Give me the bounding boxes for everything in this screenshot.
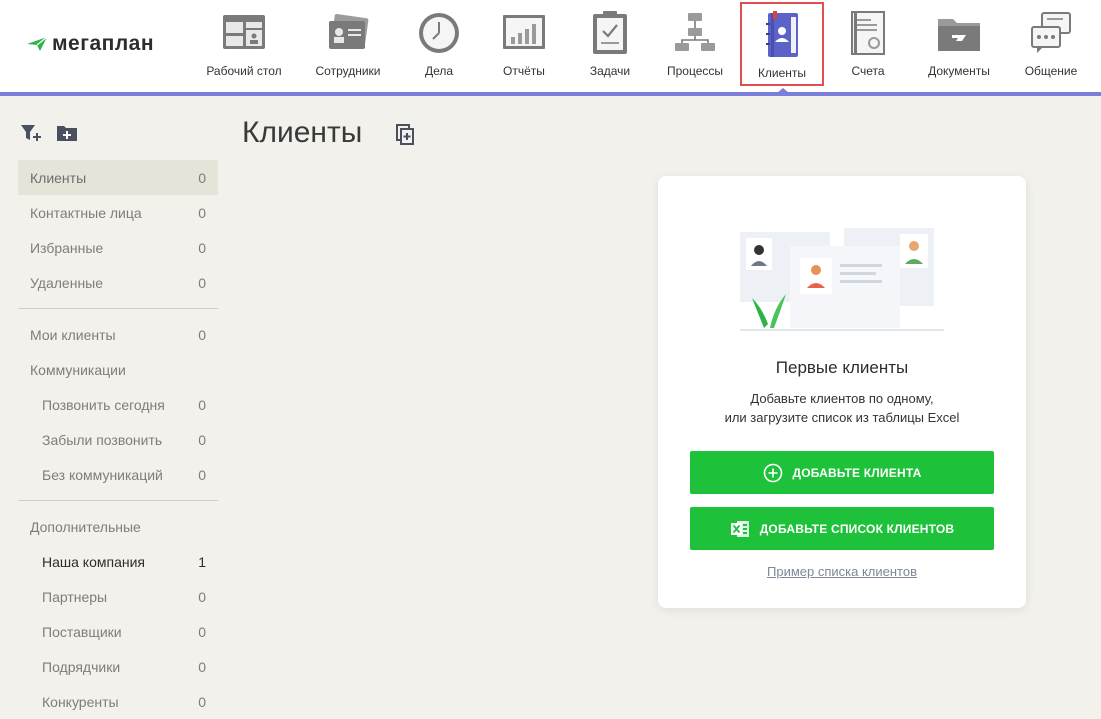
sidebar-item-label: Без коммуникаций [42,466,163,483]
nav-item-chat[interactable]: Общение [1018,0,1084,88]
nav-item-desktop[interactable]: Рабочий стол [200,0,288,88]
nav-label: Процессы [666,64,723,78]
sidebar-tools [20,122,78,144]
copy-add-icon[interactable] [394,123,418,147]
nav-label: Клиенты [757,66,807,80]
sidebar-item-label: Клиенты [30,169,87,186]
sidebar-item-suppliers[interactable]: Поставщики 0 [18,614,218,649]
empty-state-desc-line: Добавьте клиентов по одному, [750,391,934,406]
sidebar-item-count: 0 [198,239,206,256]
sidebar-item-label: Конкуренты [42,693,119,710]
add-client-button[interactable]: ДОБАВЬТЕ КЛИЕНТА [690,451,994,494]
nav-label: Дела [424,64,454,78]
sidebar-item-count: 0 [198,326,206,343]
plus-circle-icon [763,463,782,482]
nav-label: Сотрудники [315,64,381,78]
nav-label: Задачи [589,64,631,78]
sidebar-item-count: 0 [198,588,206,605]
sidebar-item-partners[interactable]: Партнеры 0 [18,579,218,614]
sidebar-item-forgot-to-call[interactable]: Забыли позвонить 0 [18,422,218,457]
sidebar-item-our-company[interactable]: Наша компания 1 [18,544,218,579]
sidebar-item-count: 0 [198,204,206,221]
sidebar-item-label: Наша компания [42,553,145,570]
nav-item-invoices[interactable]: Счета [838,0,898,88]
sidebar-item-label: Удаленные [30,274,104,291]
sidebar-item-count: 0 [198,693,206,710]
reports-icon [499,8,549,58]
sidebar-item-contacts[interactable]: Контактные лица 0 [18,195,218,230]
sidebar-item-label: Мои клиенты [30,326,116,343]
example-list-link[interactable]: Пример списка клиентов [658,564,1026,579]
add-client-list-button[interactable]: ДОБАВЬТЕ СПИСОК КЛИЕНТОВ [690,507,994,550]
clock-icon [414,8,464,58]
excel-icon [730,520,749,537]
sidebar-item-no-communications[interactable]: Без коммуникаций 0 [18,457,218,492]
sidebar-item-count: 0 [198,623,206,640]
nav-item-documents[interactable]: Документы [920,0,998,88]
top-navigation-bar: мегаплан Рабочий стол Сотрудники Дела От… [0,0,1101,92]
page-title: Клиенты [242,116,363,149]
tasks-icon [585,8,635,58]
sidebar-item-count: 0 [198,658,206,675]
sidebar-item-favorites[interactable]: Избранные 0 [18,230,218,265]
add-folder-icon[interactable] [56,122,78,144]
sidebar-item-competitors[interactable]: Конкуренты 0 [18,684,218,719]
nav-item-employees[interactable]: Сотрудники [306,0,390,88]
sidebar-item-label: Избранные [30,239,104,256]
documents-icon [934,8,984,58]
invoices-icon [843,8,893,58]
clients-sidebar: Клиенты 0 Контактные лица 0 Избранные 0 … [18,160,218,719]
sidebar-item-label: Позвонить сегодня [42,396,165,413]
clients-icon [757,10,807,60]
logo-text: мегаплан [52,32,155,55]
clients-illustration [740,228,944,332]
sidebar-section-extra: Дополнительные [30,518,141,535]
add-client-label: ДОБАВЬТЕ КЛИЕНТА [792,465,922,480]
sidebar-item-label: Контактные лица [30,204,142,221]
sidebar-item-count: 0 [198,169,206,186]
nav-label: Документы [928,64,990,78]
chat-icon [1026,8,1076,58]
empty-state-description: Добавьте клиентов по одному, или загрузи… [658,389,1026,427]
accent-line [0,92,1101,96]
nav-item-tasks[interactable]: Задачи [580,0,640,88]
desktop-icon [219,8,269,58]
sidebar-item-my-clients[interactable]: Мои клиенты 0 [18,317,218,352]
nav-item-reports[interactable]: Отчёты [492,0,556,88]
nav-item-deals[interactable]: Дела [406,0,472,88]
add-filter-icon[interactable] [20,122,42,144]
sidebar-item-deleted[interactable]: Удаленные 0 [18,265,218,300]
sidebar-item-label: Партнеры [42,588,108,605]
nav-label: Общение [1024,64,1078,78]
nav-label: Рабочий стол [206,64,282,78]
empty-state-title: Первые клиенты [775,358,909,377]
processes-icon [670,8,720,58]
sidebar-item-label: Поставщики [42,623,122,640]
megaplan-logo[interactable]: мегаплан [26,30,154,58]
sidebar-divider [18,500,218,501]
employees-icon [323,8,373,58]
sidebar-item-count: 0 [198,396,206,413]
logo-mark-icon [27,36,48,51]
nav-item-processes[interactable]: Процессы [662,0,728,88]
empty-state-desc-line: или загрузите список из таблицы Excel [724,410,960,425]
sidebar-divider [18,308,218,309]
sidebar-item-call-today[interactable]: Позвонить сегодня 0 [18,387,218,422]
sidebar-item-label: Забыли позвонить [42,431,163,448]
sidebar-item-clients[interactable]: Клиенты 0 [18,160,218,195]
sidebar-item-label: Подрядчики [42,658,121,675]
add-client-list-label: ДОБАВЬТЕ СПИСОК КЛИЕНТОВ [759,521,955,536]
nav-label: Счета [851,64,885,78]
sidebar-item-count: 1 [198,553,206,570]
sidebar-item-count: 0 [198,274,206,291]
nav-item-clients[interactable]: Клиенты [740,2,824,86]
sidebar-item-count: 0 [198,466,206,483]
sidebar-item-contractors[interactable]: Подрядчики 0 [18,649,218,684]
sidebar-section-communications: Коммуникации [30,361,126,378]
sidebar-item-count: 0 [198,431,206,448]
empty-state-card: Первые клиенты Добавьте клиентов по одно… [658,176,1026,608]
active-nav-caret [777,88,789,93]
nav-label: Отчёты [503,64,545,78]
